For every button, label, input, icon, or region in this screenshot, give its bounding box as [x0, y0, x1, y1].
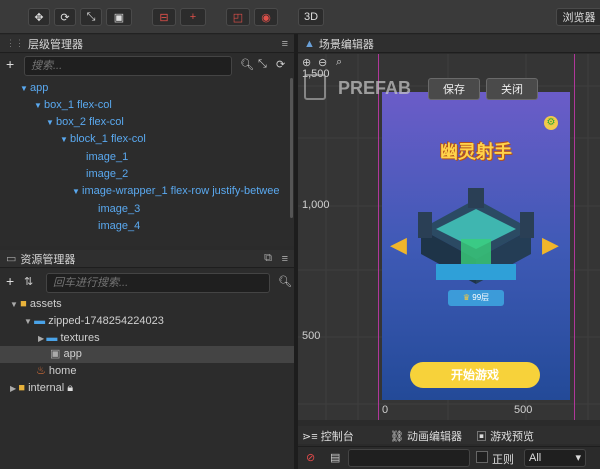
game-title: 幽灵射手 [440, 142, 512, 162]
asset-db-icon: ■ [18, 382, 29, 394]
asset-item[interactable]: ▼ ▬ zipped-1748254224023 [24, 313, 164, 330]
game-canvas: ⚙ 幽灵射手 ◀ ▶ ♛ 99层 开始游戏 [382, 92, 570, 400]
scale-tool-icon[interactable]: ⤡ [80, 8, 102, 26]
animation-icon: ⛓ [390, 431, 408, 443]
console-icon: ⋗≡ [302, 431, 321, 443]
canvas-border-left [378, 54, 379, 420]
asset-item[interactable]: ♨ home [36, 363, 76, 380]
settings-gear-icon[interactable]: ⚙ [544, 116, 558, 130]
assets-search-input[interactable] [46, 273, 270, 293]
main-toolbar: ✥ ⟳ ⤡ ▣ ⊟ + ◰ ◉ 3D 浏览器 [0, 0, 600, 34]
folder-icon: ▭ [6, 253, 17, 265]
add-icon[interactable]: + [6, 273, 14, 289]
level-badge: ♛ 99层 [448, 290, 504, 306]
ruler-label: 500 [514, 404, 533, 416]
rotate-tool-icon[interactable]: ⟳ [54, 8, 76, 26]
assets-panel: + ⇅ 🔍︎ ▼ ■ assets ▼ ▬ zipped-17482542240… [0, 269, 294, 469]
crown-icon: ♛ [462, 293, 473, 302]
hierarchy-title: 层级管理器 [28, 38, 83, 51]
refresh-icon[interactable]: ⟳ [276, 58, 285, 71]
collapse-icon[interactable]: ⤡ [258, 58, 267, 71]
asset-item[interactable]: ▼ ■ assets [10, 296, 62, 313]
ruler-label: 0 [382, 404, 389, 416]
search-icon[interactable]: 🔍︎ [240, 58, 254, 71]
lock-icon: 🔒︎ [64, 382, 74, 394]
folder-icon: ▬ [34, 315, 49, 327]
gizmo-icon[interactable]: ◉ [254, 8, 278, 26]
tree-node[interactable]: image_2 [86, 166, 128, 183]
close-button[interactable]: 关闭 [486, 78, 538, 100]
add-node-icon[interactable]: + [180, 8, 206, 26]
browser-button[interactable]: 浏览器 [556, 8, 600, 26]
panel-grip-icon: ⋮⋮ [6, 38, 24, 48]
tree-node[interactable]: ▼ box_1 flex-col [34, 97, 112, 114]
file-icon[interactable]: ▤ [330, 451, 340, 464]
preview-icon: ▣ [476, 431, 491, 443]
zoom-fit-icon[interactable]: ⌕ [336, 56, 342, 69]
tree-node[interactable]: image_1 [86, 149, 128, 166]
prefab-icon [304, 74, 326, 100]
asset-item[interactable]: ▣ app [50, 346, 82, 363]
prefab-icon: ▣ [50, 348, 64, 360]
chevron-down-icon: ▾ [575, 452, 581, 464]
regex-label: 正则 [492, 454, 514, 466]
snap-icon[interactable]: ◰ [226, 8, 250, 26]
hierarchy-search-input[interactable] [24, 56, 232, 76]
console-toolbar: ⊘ ▤ 正则 All ▾ [298, 446, 600, 469]
log-level-select[interactable]: All ▾ [524, 449, 586, 467]
ruler-label: 1,000 [302, 199, 330, 211]
assets-header: ▭ 资源管理器 ⧉ ≡ [0, 250, 294, 268]
menu-icon[interactable]: ≡ [282, 38, 288, 50]
castle-image [418, 188, 534, 284]
tree-node[interactable]: ▼ block_1 flex-col [60, 131, 146, 148]
asset-db-icon: ■ [20, 298, 30, 310]
scene-icon: ▲ [304, 37, 315, 50]
asset-item[interactable]: ▶ ▬ textures [38, 330, 100, 347]
window-icon[interactable]: ⧉ [264, 252, 272, 265]
prefab-label: PREFAB [338, 78, 412, 98]
hierarchy-header: ⋮⋮ 层级管理器 ≡ [0, 35, 294, 53]
tree-node[interactable]: image_3 [98, 201, 140, 218]
sort-icon[interactable]: ⇅ [24, 275, 33, 288]
scene-viewport[interactable]: ⊕ ⊖ ⌕ 1,500 1,000 500 0 500 ⚙ 幽灵射手 ◀ ▶ ♛… [298, 54, 600, 420]
rect-tool-icon[interactable]: ▣ [106, 8, 132, 26]
clear-icon[interactable]: ⊘ [306, 451, 315, 464]
anchor-pivot-icon[interactable]: ⊟ [152, 8, 176, 26]
scene-title: 场景编辑器 [318, 38, 374, 51]
tab-animation[interactable]: ⛓ 动画编辑器 [390, 428, 462, 444]
tree-node[interactable]: ▼ box_2 flex-col [46, 114, 124, 131]
folder-icon: ▬ [46, 332, 61, 344]
console-filter-input[interactable] [348, 449, 470, 467]
assets-title: 资源管理器 [20, 253, 76, 266]
asset-item[interactable]: ▶ ■ internal 🔒︎ [10, 380, 73, 397]
tree-node[interactable]: image_4 [98, 218, 140, 235]
canvas-border-right [574, 54, 575, 420]
3d-toggle-button[interactable]: 3D [298, 8, 324, 26]
selected-row-highlight [0, 346, 294, 363]
save-button[interactable]: 保存 [428, 78, 480, 100]
tab-game-preview[interactable]: ▣ 游戏预览 [476, 428, 534, 444]
regex-checkbox[interactable] [476, 451, 488, 463]
arrow-right-icon[interactable]: ▶ [542, 232, 559, 258]
arrow-left-icon[interactable]: ◀ [390, 232, 407, 258]
add-icon[interactable]: + [6, 56, 14, 72]
hierarchy-panel: + 🔍︎ ⤡ ⟳ ▼app ▼box_1 flex-col ▼box_2 fle… [0, 54, 294, 246]
tree-node[interactable]: ▼ app [20, 80, 48, 97]
tree-node[interactable]: ▼ image-wrapper_1 flex-row justify-betwee [72, 183, 279, 200]
scrollbar[interactable] [290, 78, 293, 218]
fire-icon: ♨ [36, 365, 49, 377]
bottom-tabs: ⋗≡ 控制台 ⛓ 动画编辑器 ▣ 游戏预览 [298, 426, 600, 444]
scene-header: ▲ 场景编辑器 [298, 35, 600, 53]
tab-console[interactable]: ⋗≡ 控制台 [302, 428, 354, 444]
ruler-label: 500 [302, 330, 321, 342]
move-tool-icon[interactable]: ✥ [28, 8, 50, 26]
start-game-button[interactable]: 开始游戏 [410, 362, 540, 388]
menu-icon[interactable]: ≡ [282, 253, 288, 265]
search-icon[interactable]: 🔍︎ [278, 275, 292, 288]
